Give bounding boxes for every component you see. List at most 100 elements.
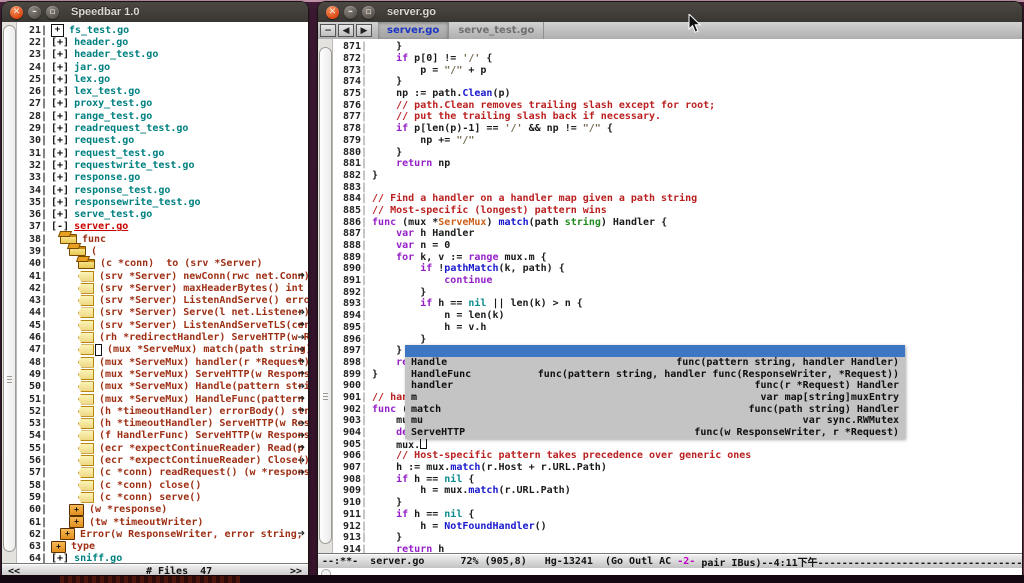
- editor-scrollbar[interactable]: [318, 39, 333, 555]
- completion-item[interactable]: muvar sync.RWMutex: [405, 415, 905, 427]
- speedbar-item[interactable]: 53|(h *timeoutHandler) ServeHTTP(w Respo…: [17, 418, 308, 430]
- completion-item[interactable]: HandleFuncfunc(pattern string, handler f…: [405, 368, 905, 380]
- code-line[interactable]: 887| var h Handler: [333, 228, 1022, 240]
- document-plus-icon[interactable]: +: [51, 24, 64, 37]
- speedbar-item[interactable]: 28|[+]range_test.go: [17, 110, 308, 122]
- tag-icon[interactable]: [78, 271, 94, 282]
- tag-icon[interactable]: [78, 369, 94, 380]
- code-line[interactable]: 893| if h == nil || len(k) > n {: [333, 298, 1022, 310]
- close-button[interactable]: ✕: [10, 6, 23, 19]
- code-line[interactable]: 876| // path.Clean removes trailing slas…: [333, 99, 1022, 111]
- open-folder-icon[interactable]: [69, 246, 86, 256]
- tag-icon[interactable]: [78, 381, 94, 392]
- code-line[interactable]: 878| if p[len(p)-1] == '/' && np != "/" …: [333, 123, 1022, 135]
- code-line[interactable]: 907| h := mux.match(r.Host + r.URL.Path): [333, 462, 1022, 474]
- speedbar-item-label[interactable]: func: [82, 234, 106, 245]
- expand-icon[interactable]: [+]: [51, 197, 69, 208]
- speedbar-item-label[interactable]: (ecr *expectContinueReader) Read(p []: [99, 443, 308, 454]
- speedbar-item[interactable]: 44|(srv *Server) Serve(l net.Listener) e…: [17, 307, 308, 319]
- tag-icon[interactable]: [78, 467, 94, 478]
- speedbar-item[interactable]: 38|func: [17, 233, 308, 245]
- speedbar-item-label[interactable]: readrequest_test.go: [74, 123, 188, 134]
- speedbar-item-label[interactable]: fs_test.go: [69, 25, 129, 36]
- tag-icon[interactable]: [78, 283, 94, 294]
- speedbar-item-label[interactable]: (c *conn) close(): [99, 480, 201, 491]
- speedbar-item[interactable]: 26|[+]lex_test.go: [17, 85, 308, 97]
- code-line[interactable]: 891| continue: [333, 275, 1022, 287]
- completion-item[interactable]: handlerfunc(r *Request) Handler: [405, 380, 905, 392]
- tag-icon[interactable]: [78, 357, 94, 368]
- code-line[interactable]: 873| p = "/" + p: [333, 64, 1022, 76]
- speedbar-item-label[interactable]: (tw *timeoutWriter): [89, 517, 203, 528]
- speedbar-item[interactable]: 31|[+]request_test.go: [17, 147, 308, 159]
- speedbar-item[interactable]: 51|(mux *ServeMux) HandleFunc(pattern st…: [17, 393, 308, 405]
- speedbar-item-label[interactable]: (mux *ServeMux) handler(r *Request) H: [99, 357, 308, 368]
- tag-icon[interactable]: [78, 455, 94, 466]
- speedbar-item-label[interactable]: response_test.go: [74, 185, 170, 196]
- speedbar-item[interactable]: 36|[+]serve_test.go: [17, 208, 308, 220]
- expand-icon[interactable]: [+]: [51, 135, 69, 146]
- completion-selected-row[interactable]: [405, 345, 905, 357]
- speedbar-item-label[interactable]: type: [71, 541, 95, 552]
- expand-icon[interactable]: [+]: [51, 172, 69, 183]
- expand-icon[interactable]: [+]: [51, 111, 69, 122]
- speedbar-item-label[interactable]: (h *timeoutHandler) ServeHTTP(w Respo: [99, 418, 308, 429]
- code-line[interactable]: 877| // put the trailing slash back if n…: [333, 111, 1022, 123]
- speedbar-item[interactable]: 55|(ecr *expectContinueReader) Read(p []…: [17, 442, 308, 454]
- speedbar-item-label[interactable]: request.go: [74, 135, 134, 146]
- speedbar-item-label[interactable]: request_test.go: [74, 148, 164, 159]
- speedbar-item[interactable]: 34|[+]response_test.go: [17, 184, 308, 196]
- speedbar-scrollbar[interactable]: [2, 22, 17, 565]
- speedbar-item-label[interactable]: (srv *Server) Serve(l net.Listener) e: [99, 307, 308, 318]
- expand-icon[interactable]: [+]: [51, 148, 69, 159]
- tag-icon[interactable]: [78, 492, 94, 503]
- speedbar-item-label[interactable]: (srv *Server) ListenAndServe() error: [99, 295, 308, 306]
- expand-icon[interactable]: [+]: [51, 160, 69, 171]
- minimize-button[interactable]: –: [344, 6, 357, 19]
- tabbar-minus-button[interactable]: −: [320, 24, 336, 37]
- speedbar-item[interactable]: 58|(c *conn) close(): [17, 479, 308, 491]
- tag-icon[interactable]: [78, 443, 94, 454]
- tabbar-scroll-left-button[interactable]: ◀: [338, 24, 354, 37]
- code-line[interactable]: 883|: [333, 181, 1022, 193]
- tag-icon[interactable]: [78, 307, 94, 318]
- speedbar-item-label[interactable]: (h *timeoutHandler) errorBody() strin: [99, 406, 308, 417]
- maximize-button[interactable]: ▫: [46, 6, 59, 19]
- code-line[interactable]: 889| for k, v := range mux.m {: [333, 251, 1022, 263]
- tag-icon[interactable]: [78, 418, 94, 429]
- speedbar-scrollbar-thumb[interactable]: [3, 25, 16, 552]
- speedbar-item-label[interactable]: serve_test.go: [74, 209, 152, 220]
- tag-icon[interactable]: [78, 394, 94, 405]
- speedbar-item-label[interactable]: (mux *ServeMux) ServeHTTP(w ResponseW: [99, 369, 308, 380]
- tag-icon[interactable]: [78, 430, 94, 441]
- code-line[interactable]: 875| np := path.Clean(p): [333, 88, 1022, 100]
- code-line[interactable]: 909| h = mux.match(r.URL.Path): [333, 485, 1022, 497]
- code-line[interactable]: 880| }: [333, 146, 1022, 158]
- expand-icon[interactable]: [+]: [51, 123, 69, 134]
- speedbar-item-label[interactable]: jar.go: [74, 62, 110, 73]
- expand-icon[interactable]: [+]: [51, 185, 69, 196]
- expand-icon[interactable]: [+]: [51, 74, 69, 85]
- tag-icon[interactable]: [78, 332, 94, 343]
- speedbar-item-label[interactable]: sniff.go: [74, 553, 122, 564]
- code-line[interactable]: 886|func (mux *ServeMux) match(path stri…: [333, 216, 1022, 228]
- tab-serve-test-go[interactable]: serve_test.go: [449, 22, 544, 39]
- closed-group-icon[interactable]: +: [69, 516, 84, 528]
- code-line[interactable]: 871| }: [333, 41, 1022, 53]
- code-area[interactable]: 871| }872| if p[0] != '/' {873| p = "/" …: [333, 41, 1022, 555]
- completion-item[interactable]: matchfunc(path string) Handler: [405, 403, 905, 415]
- speedbar-item-label[interactable]: lex_test.go: [74, 86, 140, 97]
- speedbar-item[interactable]: 47|(mux *ServeMux) match(path string) Ha…: [17, 344, 308, 356]
- speedbar-item[interactable]: 22|[+]header.go: [17, 36, 308, 48]
- speedbar-item[interactable]: 27|[+]proxy_test.go: [17, 98, 308, 110]
- speedbar-item[interactable]: 35|[+]responsewrite_test.go: [17, 196, 308, 208]
- speedbar-item[interactable]: 42|(srv *Server) maxHeaderBytes() int: [17, 282, 308, 294]
- speedbar-item-label[interactable]: (c *conn) to (srv *Server): [100, 258, 263, 269]
- speedbar-item[interactable]: 21|+fs_test.go: [17, 24, 308, 36]
- speedbar-item[interactable]: 43|(srv *Server) ListenAndServe() error: [17, 295, 308, 307]
- speedbar-item[interactable]: 24|[+]jar.go: [17, 61, 308, 73]
- speedbar-item[interactable]: 63|+type: [17, 540, 308, 552]
- speedbar-item-label[interactable]: lex.go: [74, 74, 110, 85]
- code-line[interactable]: 913| }: [333, 532, 1022, 544]
- tag-icon[interactable]: [78, 344, 94, 355]
